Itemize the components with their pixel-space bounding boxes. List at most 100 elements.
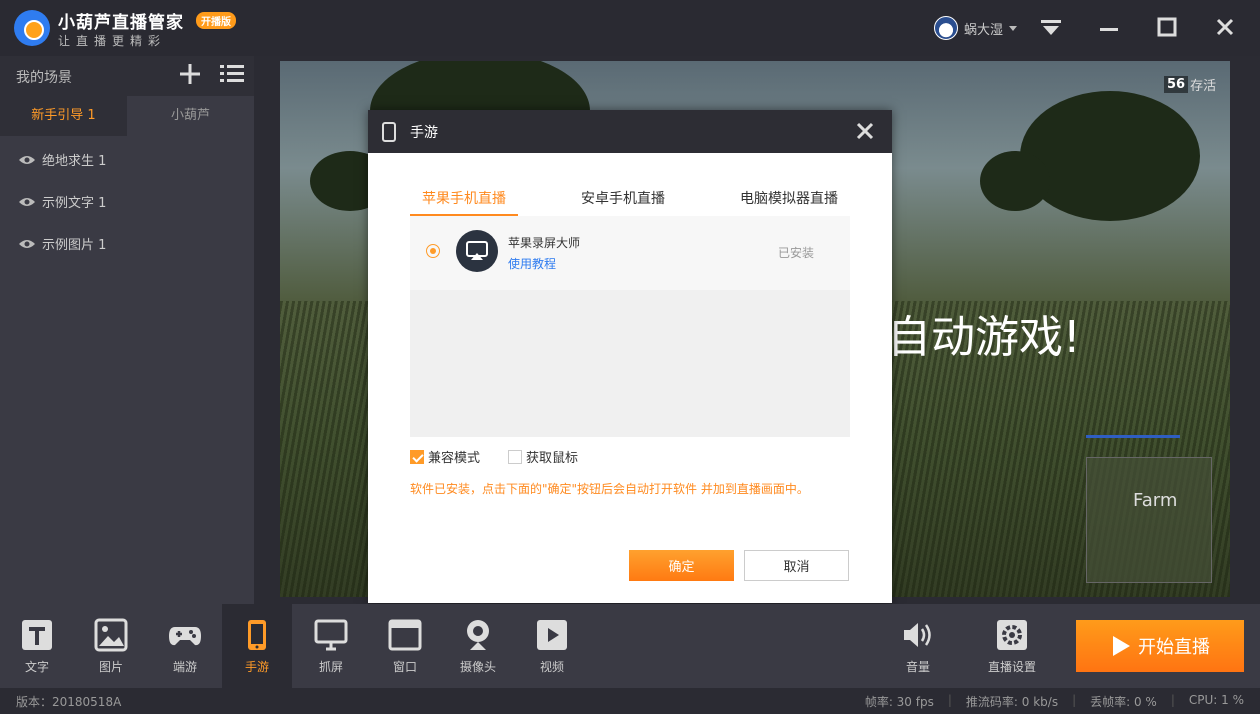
scene-title: 我的场景	[16, 70, 72, 86]
capture-mouse-label: 获取鼠标	[526, 451, 579, 466]
add-text-button[interactable]: 文字	[2, 604, 72, 688]
minimap-label: Farm	[1133, 490, 1178, 511]
minimap: Farm	[1086, 457, 1212, 583]
add-window-button[interactable]: 窗口	[370, 604, 440, 688]
dialog-close-button[interactable]	[854, 120, 876, 142]
scene-header: 我的场景	[0, 56, 254, 96]
mobile-game-dialog: 手游 苹果手机直播 安卓手机直播 电脑模拟器直播 苹果录屏大师 使用教程 已安装…	[368, 110, 892, 603]
app-list: 苹果录屏大师 使用教程 已安装	[410, 216, 850, 437]
drop-rate-stat: 丢帧率: 0 %	[1090, 695, 1157, 709]
tool-label: 图片	[98, 660, 123, 674]
add-scene-button[interactable]	[178, 62, 202, 86]
confirm-button[interactable]: 确定	[629, 550, 734, 581]
alive-label: 存活	[1190, 79, 1217, 94]
user-menu[interactable]: 蜗大湿	[934, 16, 1018, 40]
close-icon	[1216, 18, 1234, 36]
start-live-button[interactable]: 开始直播	[1076, 620, 1244, 672]
live-settings-button[interactable]: 直播设置	[977, 604, 1047, 688]
title-bar: 小葫芦直播管家 开播版 让直播更精彩 蜗大湿	[0, 0, 1260, 56]
app-name: 苹果录屏大师	[508, 236, 581, 250]
phone-icon	[382, 122, 396, 142]
app-slogan: 让直播更精彩	[58, 34, 167, 48]
plus-icon	[180, 64, 200, 84]
scene-tabs: 新手引导 1 小葫芦	[0, 96, 254, 136]
speaker-icon	[904, 623, 931, 647]
tutorial-link[interactable]: 使用教程	[508, 255, 556, 272]
options: 兼容模式 获取鼠标	[410, 447, 578, 466]
edition-badge: 开播版	[196, 12, 236, 29]
capture-mouse-checkbox[interactable]: 获取鼠标	[508, 447, 578, 466]
list-icon	[220, 65, 244, 82]
username: 蜗大湿	[964, 22, 1004, 38]
cpu-stat: CPU: 1 %	[1188, 693, 1244, 707]
compat-mode-checkbox[interactable]: 兼容模式	[410, 447, 480, 466]
app-radio[interactable]	[426, 244, 440, 258]
add-pc-game-button[interactable]: 端游	[150, 604, 220, 688]
add-mobile-game-button[interactable]: 手游	[222, 604, 292, 688]
volume-button[interactable]: 音量	[883, 604, 953, 688]
app-title: 小葫芦直播管家	[58, 13, 184, 33]
minimize-icon	[1100, 28, 1118, 31]
checkbox-unchecked[interactable]	[508, 449, 523, 464]
add-image-button[interactable]: 图片	[76, 604, 146, 688]
eye-icon[interactable]	[18, 154, 36, 166]
install-status: 已安装	[778, 246, 815, 260]
add-video-button[interactable]: 视频	[517, 604, 587, 688]
compat-mode-label: 兼容模式	[428, 451, 481, 466]
source-label: 绝地求生 1	[42, 154, 107, 169]
add-screen-capture-button[interactable]: 抓屏	[296, 604, 366, 688]
webcam-icon	[467, 620, 489, 650]
overlay-text: 自动游戏!	[887, 312, 1081, 363]
add-camera-button[interactable]: 摄像头	[443, 604, 513, 688]
bitrate-stat: 推流码率: 0 kb/s	[965, 695, 1059, 709]
minimize-button[interactable]	[1094, 12, 1124, 42]
version-label: 版本：20180518A	[16, 695, 122, 709]
tool-label: 端游	[172, 660, 197, 674]
dialog-tabs: 苹果手机直播 安卓手机直播 电脑模拟器直播	[410, 170, 850, 216]
maximize-icon	[1157, 17, 1177, 37]
tab-android[interactable]: 安卓手机直播	[569, 170, 677, 216]
source-label: 示例图片 1	[42, 238, 107, 253]
checkbox-checked[interactable]	[410, 449, 424, 464]
cancel-button[interactable]: 取消	[744, 550, 849, 581]
tool-label: 手游	[244, 660, 269, 674]
source-item-image[interactable]: 示例图片 1	[18, 234, 106, 253]
window-icon	[388, 619, 422, 651]
tab-ios[interactable]: 苹果手机直播	[410, 170, 518, 216]
scenery	[980, 151, 1050, 211]
divider: |	[1072, 693, 1077, 707]
scene-list-button[interactable]	[220, 63, 244, 87]
tool-label: 视频	[539, 660, 564, 674]
scene-tab-xiaohulu[interactable]: 小葫芦	[127, 96, 254, 136]
source-item-game[interactable]: 绝地求生 1	[18, 150, 106, 169]
eye-icon[interactable]	[18, 196, 36, 208]
text-icon	[22, 620, 52, 650]
close-button[interactable]	[1210, 12, 1240, 42]
avatar	[934, 16, 958, 40]
airplay-icon	[456, 230, 498, 272]
scenery	[1020, 91, 1200, 221]
stream-stats: 帧率: 30 fps | 推流码率: 0 kb/s | 丢帧率: 0 % | C…	[865, 693, 1244, 710]
play-icon	[1113, 636, 1130, 656]
maximize-button[interactable]	[1152, 12, 1182, 42]
menu-collapse-button[interactable]	[1036, 12, 1066, 42]
source-item-text[interactable]: 示例文字 1	[18, 192, 106, 211]
start-live-label: 开始直播	[1138, 637, 1210, 657]
eye-icon[interactable]	[18, 238, 36, 250]
list-item[interactable]: 苹果录屏大师 使用教程 已安装	[410, 216, 850, 290]
chevron-down-icon	[1009, 25, 1018, 31]
source-label: 示例文字 1	[42, 196, 107, 211]
divider: |	[947, 693, 952, 707]
dialog-title: 手游	[410, 125, 438, 141]
divider: |	[1170, 693, 1175, 707]
menu-down-icon	[1041, 20, 1061, 35]
dialog-header: 手游	[368, 110, 892, 153]
tab-emulator[interactable]: 电脑模拟器直播	[728, 170, 850, 216]
status-bar: 版本：20180518A 帧率: 30 fps | 推流码率: 0 kb/s |…	[0, 688, 1260, 714]
tool-label: 文字	[24, 660, 49, 674]
app-logo-icon	[14, 10, 50, 46]
alive-count: 56	[1164, 76, 1189, 93]
tool-label: 窗口	[392, 660, 417, 674]
scene-tab-guide[interactable]: 新手引导 1	[0, 96, 127, 136]
phone-icon	[248, 620, 266, 650]
